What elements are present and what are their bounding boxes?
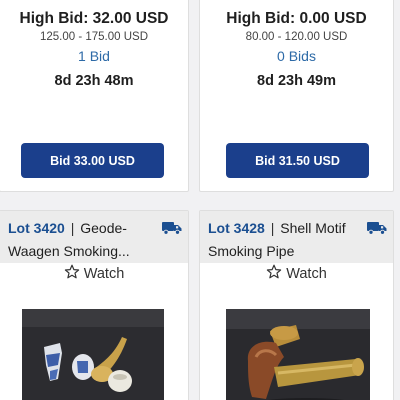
high-bid: High Bid: 32.00 USD (19, 10, 169, 27)
bid-count-link[interactable]: 1 Bid (0, 47, 188, 65)
watch-button[interactable]: Watch (200, 264, 393, 284)
bid-button[interactable]: Bid 33.00 USD (21, 143, 164, 178)
lot-card: High Bid: 32.00 USD 125.00 - 175.00 USD … (0, 0, 189, 192)
star-outline-icon (64, 264, 80, 280)
truck-icon (367, 221, 387, 235)
high-bid: High Bid: 0.00 USD (226, 10, 367, 27)
lot-header: Lot 3420 | Geode-Waagen Smoking... (0, 211, 188, 263)
watch-label: Watch (83, 266, 125, 282)
star-outline-icon (266, 264, 282, 280)
estimate-range: 125.00 - 175.00 USD (39, 31, 149, 43)
lot-card[interactable]: Lot 3420 | Geode-Waagen Smoking... Watch (0, 210, 189, 400)
lot-header: Lot 3428 | Shell Motif Smoking Pipe (200, 211, 393, 263)
bid-button[interactable]: Bid 31.50 USD (226, 143, 369, 178)
bid-summary: High Bid: 0.00 USD 80.00 - 120.00 USD 0 … (200, 9, 393, 90)
lot-number[interactable]: Lot 3428 (208, 220, 265, 236)
lot-title[interactable]: Lot 3428 | Shell Motif Smoking Pipe (208, 217, 385, 263)
lot-number[interactable]: Lot 3420 (8, 220, 65, 236)
lot-title[interactable]: Lot 3420 | Geode-Waagen Smoking... (8, 217, 180, 263)
estimate-range: 80.00 - 120.00 USD (245, 31, 348, 43)
lot-separator: | (270, 220, 275, 236)
lot-separator: | (70, 220, 75, 236)
lot-card: High Bid: 0.00 USD 80.00 - 120.00 USD 0 … (199, 0, 394, 192)
bid-count-link[interactable]: 0 Bids (200, 47, 393, 65)
time-remaining: 8d 23h 49m (257, 73, 336, 89)
bid-summary: High Bid: 32.00 USD 125.00 - 175.00 USD … (0, 9, 188, 90)
watch-label: Watch (286, 266, 327, 282)
lot-photo[interactable] (22, 309, 164, 400)
time-remaining: 8d 23h 48m (54, 73, 134, 89)
lot-photo[interactable] (226, 309, 370, 400)
truck-icon (162, 221, 182, 235)
lot-card[interactable]: Lot 3428 | Shell Motif Smoking Pipe Watc… (199, 210, 394, 400)
watch-button[interactable]: Watch (0, 264, 188, 284)
